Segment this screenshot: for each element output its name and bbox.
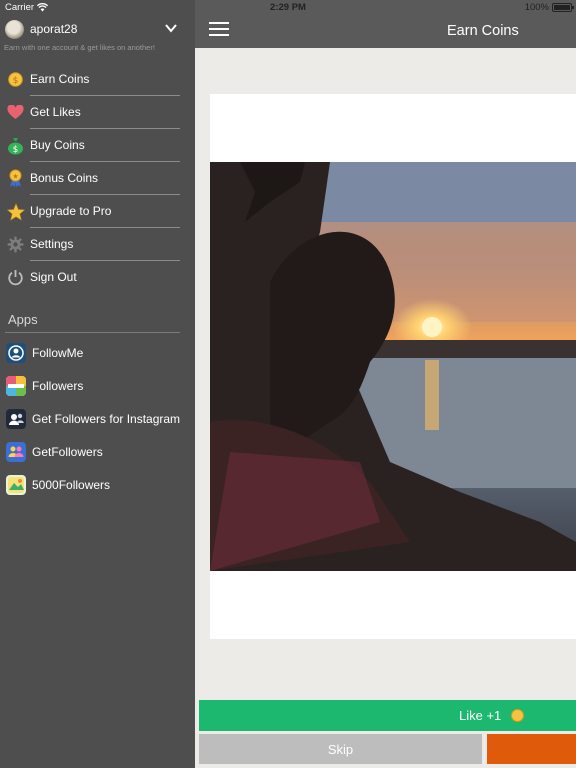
sidebar-item-label: Get Likes	[30, 105, 81, 119]
sidebar-item-label: Upgrade to Pro	[30, 204, 112, 218]
carrier-label: Carrier	[5, 2, 35, 13]
battery-indicator: 100%	[524, 2, 574, 13]
sidebar-item-label: Settings	[30, 237, 74, 251]
sidebar-item-bonus-coins[interactable]: ★ Bonus Coins	[0, 162, 195, 195]
get-followers-instagram-app-icon	[6, 409, 26, 429]
svg-text:$: $	[13, 76, 19, 86]
money-bag-icon: $	[6, 136, 25, 155]
sidebar-item-label: Sign Out	[30, 270, 77, 284]
power-icon	[6, 268, 25, 287]
sidebar-item-settings[interactable]: Settings	[0, 228, 195, 261]
heart-icon	[6, 103, 25, 122]
svg-text:★: ★	[12, 173, 18, 181]
getfollowers-app-icon	[6, 442, 26, 462]
app-item-label: GetFollowers	[32, 445, 103, 459]
apps-section-header: Apps	[8, 312, 38, 327]
coin-icon: $	[6, 70, 25, 89]
post-photo	[210, 162, 576, 571]
app-item-label: 5000Followers	[32, 478, 111, 492]
app-item-label: Followers	[32, 379, 84, 393]
gear-icon	[6, 235, 25, 254]
5000followers-app-icon	[6, 475, 26, 495]
app-item-5000followers[interactable]: 5000Followers	[0, 468, 195, 501]
sunset-photo-illustration	[210, 162, 576, 571]
sidebar-item-label: Bonus Coins	[30, 171, 99, 185]
skip-button[interactable]: Skip	[199, 734, 482, 764]
medal-icon: ★	[6, 169, 25, 188]
app-item-followers[interactable]: Followers	[0, 369, 195, 402]
sidebar-item-buy-coins[interactable]: $ Buy Coins	[0, 129, 195, 162]
battery-icon	[552, 3, 574, 12]
sidebar-menu: $ Earn Coins Get Likes $ Buy Coins ★ Bon…	[0, 63, 195, 294]
avatar	[5, 20, 24, 39]
app-item-label: Get Followers for Instagram	[32, 412, 181, 426]
svg-text:$: $	[13, 145, 19, 155]
coin-icon	[511, 709, 524, 722]
sidebar-item-upgrade-pro[interactable]: Upgrade to Pro	[0, 195, 195, 228]
like-button-label: Like +1	[459, 708, 502, 723]
divider	[5, 332, 180, 333]
like-button[interactable]: Like +1	[199, 700, 576, 731]
tagline: Earn with one account & get likes on ano…	[4, 43, 155, 52]
skip-button-label: Skip	[327, 742, 354, 757]
sidebar-item-sign-out[interactable]: Sign Out	[0, 261, 195, 294]
profile-header[interactable]: aporat28 Earn with one account & get lik…	[0, 16, 195, 56]
orange-action-button[interactable]	[487, 734, 576, 764]
app-item-get-followers-instagram[interactable]: Get Followers for Instagram	[0, 402, 195, 435]
page-title: Earn Coins	[447, 23, 519, 39]
menu-icon[interactable]	[209, 22, 229, 38]
wifi-icon	[37, 3, 49, 12]
apps-list: FollowMe Followers Get Followers for Ins…	[0, 336, 195, 501]
main-content: Earn Coins Like +1 Skip	[195, 0, 576, 768]
carrier-indicator: Carrier	[5, 2, 49, 13]
sidebar: aporat28 Earn with one account & get lik…	[0, 0, 195, 768]
followers-app-icon	[6, 376, 26, 396]
app-item-label: FollowMe	[32, 346, 84, 360]
sidebar-item-label: Earn Coins	[30, 72, 90, 86]
followme-app-icon	[6, 343, 26, 363]
star-icon	[6, 202, 25, 221]
status-bar: Carrier 2:29 PM 100%	[0, 0, 576, 16]
chevron-down-icon[interactable]	[164, 22, 178, 34]
app-item-followme[interactable]: FollowMe	[0, 336, 195, 369]
app-item-getfollowers[interactable]: GetFollowers	[0, 435, 195, 468]
battery-percent: 100%	[524, 2, 549, 13]
sidebar-item-label: Buy Coins	[30, 138, 85, 152]
status-time: 2:29 PM	[270, 2, 306, 13]
sidebar-item-earn-coins[interactable]: $ Earn Coins	[0, 63, 195, 96]
sidebar-item-get-likes[interactable]: Get Likes	[0, 96, 195, 129]
username: aporat28	[30, 22, 78, 36]
